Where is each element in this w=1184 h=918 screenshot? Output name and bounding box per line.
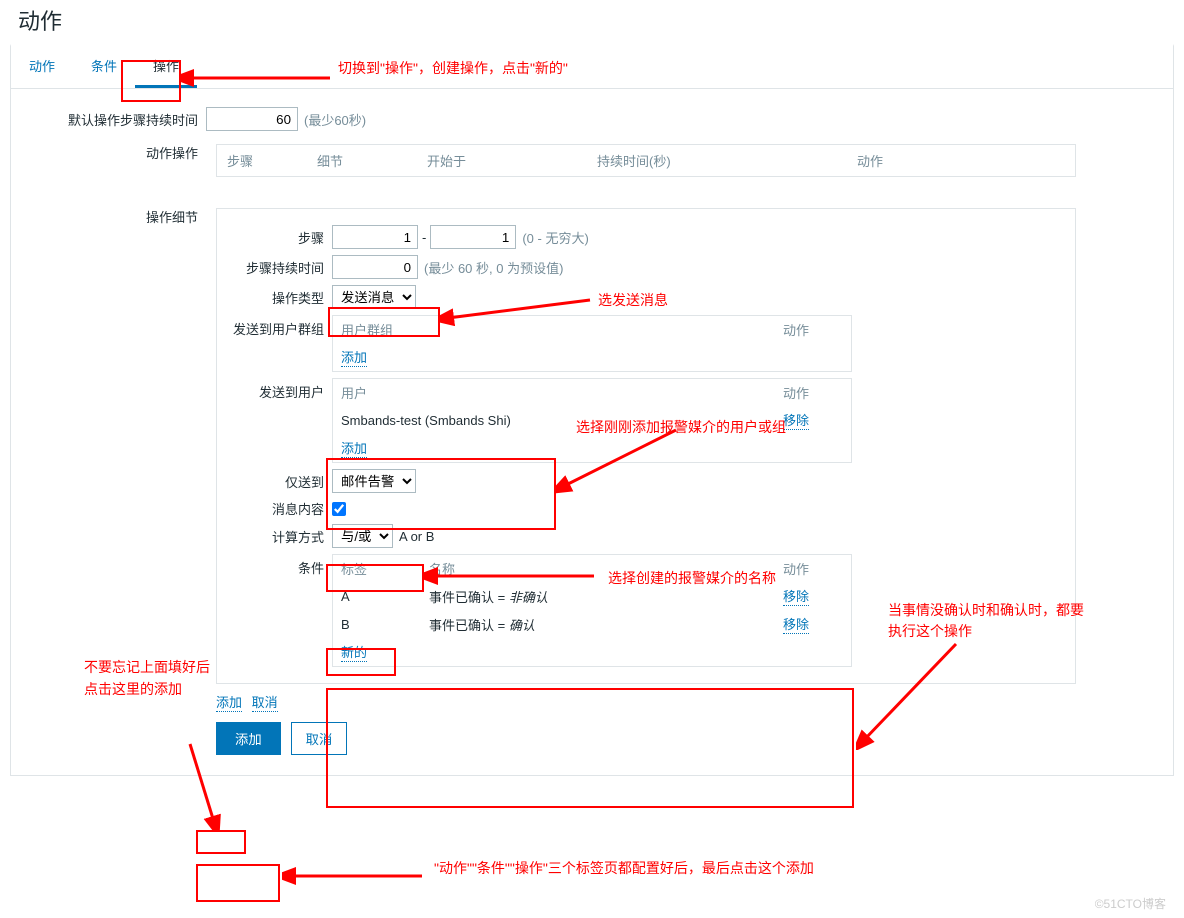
tabs: 动作 条件 操作 [11, 46, 1173, 89]
col-start: 开始于 [427, 151, 597, 170]
form-area: 默认操作步骤持续时间 (最少60秒) 动作操作 步骤 细节 开始于 持续时间(秒… [11, 89, 1173, 755]
col-detail: 细节 [317, 151, 427, 170]
page-title: 动作 [0, 0, 1184, 44]
group-col-action: 动作 [783, 320, 843, 339]
cond-row-tag-b: B [341, 617, 429, 632]
step-from-input[interactable] [332, 225, 418, 249]
action-ops-label: 动作操作 [11, 137, 206, 162]
only-send-label: 仅送到 [217, 472, 332, 491]
col-duration: 持续时间(秒) [597, 151, 857, 170]
cond-row: A 事件已确认 = 非确认 移除 [333, 582, 851, 610]
cond-label: 条件 [217, 554, 332, 577]
col-action: 动作 [857, 151, 1065, 170]
cond-row-remove-b[interactable]: 移除 [783, 614, 809, 634]
tab-operation[interactable]: 操作 [135, 46, 197, 88]
arrow-icon [282, 866, 432, 886]
action-ops-table: 步骤 细节 开始于 持续时间(秒) 动作 [216, 144, 1076, 177]
tab-action[interactable]: 动作 [11, 46, 73, 88]
group-col-group: 用户群组 [341, 320, 783, 339]
default-step-duration-hint: (最少60秒) [304, 110, 366, 129]
calc-text: A or B [399, 529, 434, 544]
user-col-user: 用户 [341, 383, 783, 402]
cond-new-link[interactable]: 新的 [341, 642, 367, 662]
detail-add-link[interactable]: 添加 [216, 692, 242, 712]
cond-row-name-b: 事件已确认 = 确认 [429, 615, 783, 634]
cond-col-name: 名称 [429, 559, 783, 578]
user-col-action: 动作 [783, 383, 843, 402]
step-hint: (0 - 无穷大) [522, 228, 588, 247]
user-row-remove[interactable]: 移除 [783, 410, 809, 430]
cond-row: B 事件已确认 = 确认 移除 [333, 610, 851, 638]
op-detail-label: 操作细节 [11, 201, 206, 226]
cond-row-name-a: 事件已确认 = 非确认 [429, 587, 783, 606]
cond-col-action: 动作 [783, 559, 843, 578]
op-type-select[interactable]: 发送消息 [332, 285, 416, 309]
cond-row-remove-a[interactable]: 移除 [783, 586, 809, 606]
send-group-label: 发送到用户群组 [217, 315, 332, 338]
default-step-duration-input[interactable] [206, 107, 298, 131]
user-row-name: Smbands-test (Smbands Shi) [341, 413, 783, 428]
only-send-select[interactable]: 邮件告警 [332, 469, 416, 493]
step-dur-label: 步骤持续时间 [217, 258, 332, 277]
final-cancel-button[interactable]: 取消 [291, 722, 348, 755]
watermark: ©51CTO博客 [1095, 895, 1166, 912]
op-type-label: 操作类型 [217, 288, 332, 307]
calc-label: 计算方式 [217, 527, 332, 546]
col-step: 步骤 [227, 151, 317, 170]
annotation-box [196, 830, 246, 854]
op-detail-box: 步骤 - (0 - 无穷大) 步骤持续时间 (最少 60 秒, 0 为预设值) … [216, 208, 1076, 684]
final-add-button[interactable]: 添加 [216, 722, 281, 755]
calc-select[interactable]: 与/或 [332, 524, 393, 548]
step-to-input[interactable] [430, 225, 516, 249]
cond-col-tag: 标签 [341, 559, 429, 578]
msg-content-label: 消息内容 [217, 499, 332, 518]
tab-condition[interactable]: 条件 [73, 46, 135, 88]
panel: 动作 条件 操作 默认操作步骤持续时间 (最少60秒) 动作操作 步骤 细节 开… [10, 44, 1174, 776]
send-user-label: 发送到用户 [217, 378, 332, 401]
user-add-link[interactable]: 添加 [341, 438, 367, 458]
cond-table: 标签 名称 动作 A 事件已确认 = 非确认 移除 B 事件已确认 = 确认 移… [332, 554, 852, 667]
step-label: 步骤 [217, 228, 332, 247]
annotation-text: "动作""条件""操作"三个标签页都配置好后，最后点击这个添加 [434, 858, 814, 878]
msg-content-checkbox[interactable] [332, 502, 346, 516]
send-group-table: 用户群组 动作 添加 [332, 315, 852, 372]
user-row: Smbands-test (Smbands Shi) 移除 [333, 406, 851, 434]
default-step-duration-label: 默认操作步骤持续时间 [11, 110, 206, 129]
group-add-link[interactable]: 添加 [341, 347, 367, 367]
cond-row-tag-a: A [341, 589, 429, 604]
detail-cancel-link[interactable]: 取消 [252, 692, 278, 712]
step-dur-hint: (最少 60 秒, 0 为预设值) [424, 258, 563, 277]
annotation-box [196, 864, 280, 902]
step-dur-input[interactable] [332, 255, 418, 279]
send-user-table: 用户 动作 Smbands-test (Smbands Shi) 移除 添加 [332, 378, 852, 463]
